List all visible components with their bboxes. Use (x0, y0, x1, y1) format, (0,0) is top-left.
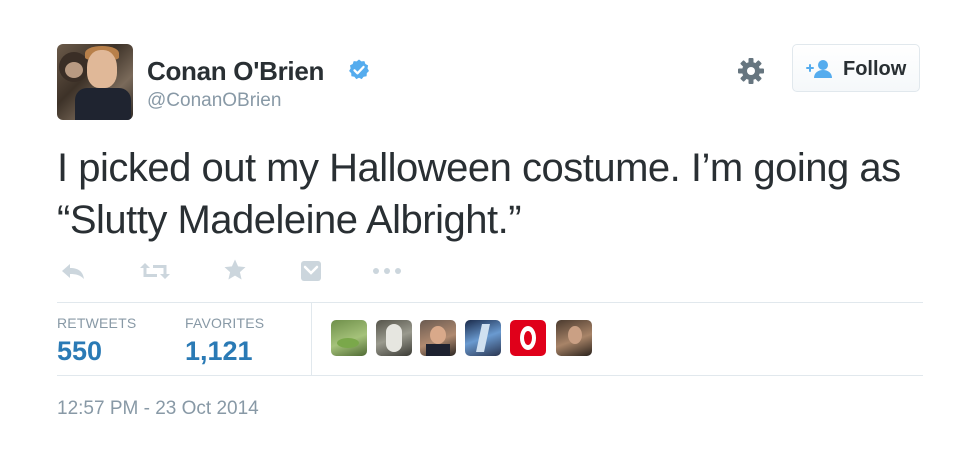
retweet-icon[interactable] (139, 261, 171, 281)
favorites-label: FAVORITES (185, 315, 265, 331)
favoriter-avatar-2[interactable] (376, 320, 412, 356)
favoriter-avatar-1[interactable] (331, 320, 367, 356)
favoriter-avatar-4[interactable] (465, 320, 501, 356)
favoriter-avatar-5[interactable] (510, 320, 546, 356)
profile-avatar[interactable] (57, 44, 133, 120)
avatar-suit (75, 88, 131, 120)
favoriter-avatar-3[interactable] (420, 320, 456, 356)
tweet-text: I picked out my Halloween costume. I’m g… (57, 146, 901, 242)
pocket-icon[interactable] (300, 260, 322, 282)
avatar-face (87, 50, 117, 88)
favorite-star-icon[interactable] (223, 258, 247, 282)
favorites-count[interactable]: 1,121 (185, 336, 253, 367)
follow-button-label: Follow (843, 58, 907, 80)
reply-icon[interactable] (60, 261, 86, 281)
retweets-count[interactable]: 550 (57, 336, 102, 367)
stats-bottom-divider (57, 375, 923, 376)
favoriter-avatar-6[interactable] (556, 320, 592, 356)
retweets-label: RETWEETS (57, 315, 137, 331)
follow-button[interactable]: Follow (792, 44, 920, 92)
follow-person-plus-icon (806, 60, 832, 78)
more-dots-icon[interactable] (372, 266, 402, 276)
verified-badge-icon (349, 59, 369, 80)
tweet-timestamp[interactable]: 12:57 PM - 23 Oct 2014 (57, 398, 259, 420)
gear-icon[interactable] (736, 56, 766, 86)
user-display-name[interactable]: Conan O'Brien (147, 56, 324, 87)
stats-vertical-divider (311, 303, 312, 375)
user-handle[interactable]: @ConanOBrien (147, 90, 281, 112)
avatar-monkey-face (65, 62, 83, 78)
stats-top-divider (57, 302, 923, 303)
